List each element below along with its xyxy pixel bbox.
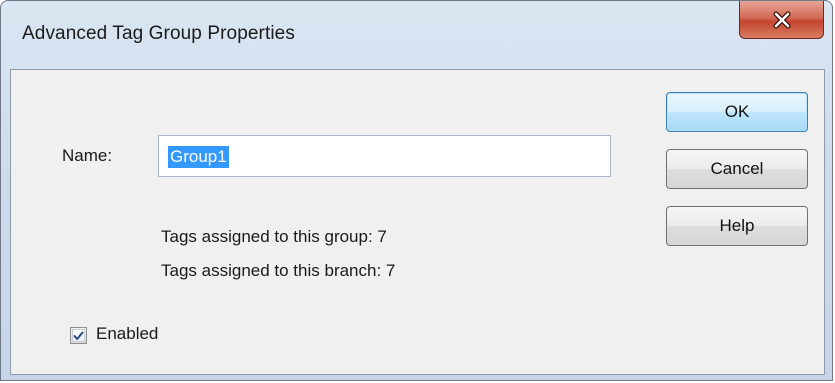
enabled-label[interactable]: Enabled (96, 324, 158, 344)
enabled-checkbox-box (72, 329, 85, 342)
name-input-value: Group1 (168, 146, 229, 168)
title-bar[interactable]: Advanced Tag Group Properties (1, 1, 832, 67)
tags-branch-count: Tags assigned to this branch: 7 (161, 261, 396, 280)
enabled-checkbox[interactable] (70, 327, 87, 344)
close-icon (773, 11, 790, 28)
checkmark-icon (73, 331, 84, 340)
name-label: Name: (62, 146, 113, 165)
dialog-body: Name: Group1 Tags assigned to this group… (10, 69, 825, 375)
cancel-button[interactable]: Cancel (666, 149, 808, 189)
close-button[interactable] (739, 1, 824, 39)
tags-group-count: Tags assigned to this group: 7 (161, 227, 387, 246)
window-title: Advanced Tag Group Properties (22, 23, 295, 44)
help-button[interactable]: Help (666, 206, 808, 246)
dialog-window: Advanced Tag Group Properties Name: Grou… (0, 0, 833, 381)
ok-button[interactable]: OK (666, 92, 808, 132)
name-input[interactable]: Group1 (158, 135, 611, 177)
